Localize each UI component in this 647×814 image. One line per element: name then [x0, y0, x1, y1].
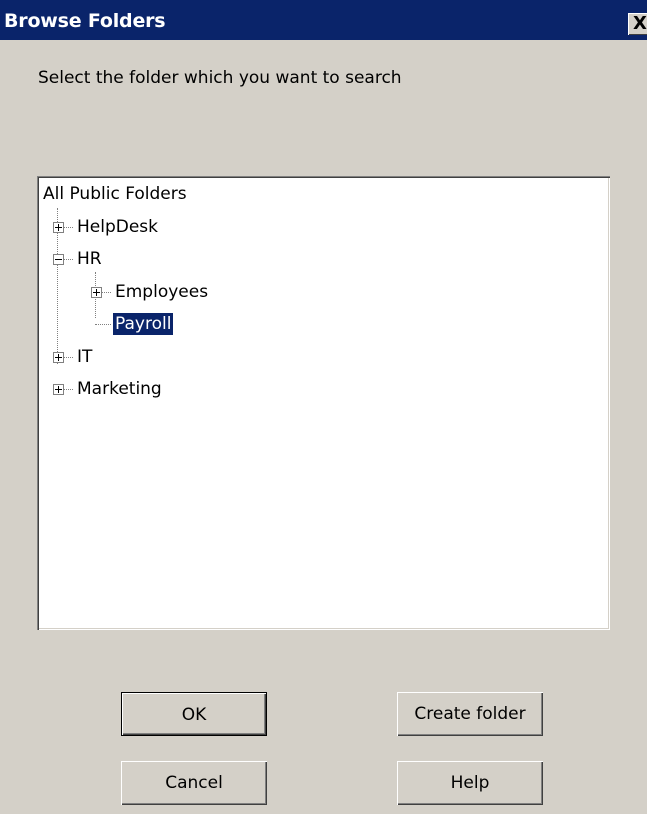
- tree-item-payroll[interactable]: Payroll: [113, 313, 174, 335]
- create-folder-button[interactable]: Create folder: [397, 692, 543, 736]
- expand-icon[interactable]: [53, 384, 64, 395]
- title-bar: Browse Folders X: [0, 0, 647, 40]
- tree-item-it[interactable]: IT: [75, 346, 94, 368]
- tree-connector: [64, 357, 73, 358]
- tree-connector: [64, 389, 73, 390]
- tree-root-all-public-folders[interactable]: All Public Folders: [41, 183, 189, 205]
- expand-icon[interactable]: [91, 287, 102, 298]
- help-button[interactable]: Help: [397, 761, 543, 805]
- instruction-text: Select the folder which you want to sear…: [38, 68, 402, 88]
- window-title: Browse Folders: [4, 10, 166, 32]
- tree-item-marketing[interactable]: Marketing: [75, 378, 164, 400]
- cancel-button[interactable]: Cancel: [121, 761, 267, 805]
- tree-item-hr[interactable]: HR: [75, 248, 104, 270]
- tree-connector: [102, 292, 111, 293]
- tree-connector: [95, 324, 111, 325]
- tree-item-employees[interactable]: Employees: [113, 281, 210, 303]
- tree-connector: [64, 227, 73, 228]
- close-button[interactable]: X: [628, 13, 647, 35]
- expand-icon[interactable]: [53, 222, 64, 233]
- tree-connector: [64, 259, 73, 260]
- expand-icon[interactable]: [53, 352, 64, 363]
- collapse-icon[interactable]: [53, 254, 64, 265]
- close-icon: X: [633, 13, 647, 34]
- ok-button[interactable]: OK: [121, 692, 267, 736]
- folder-tree[interactable]: All Public Folders HelpDesk HR Employees…: [37, 176, 610, 630]
- tree-item-helpdesk[interactable]: HelpDesk: [75, 216, 160, 238]
